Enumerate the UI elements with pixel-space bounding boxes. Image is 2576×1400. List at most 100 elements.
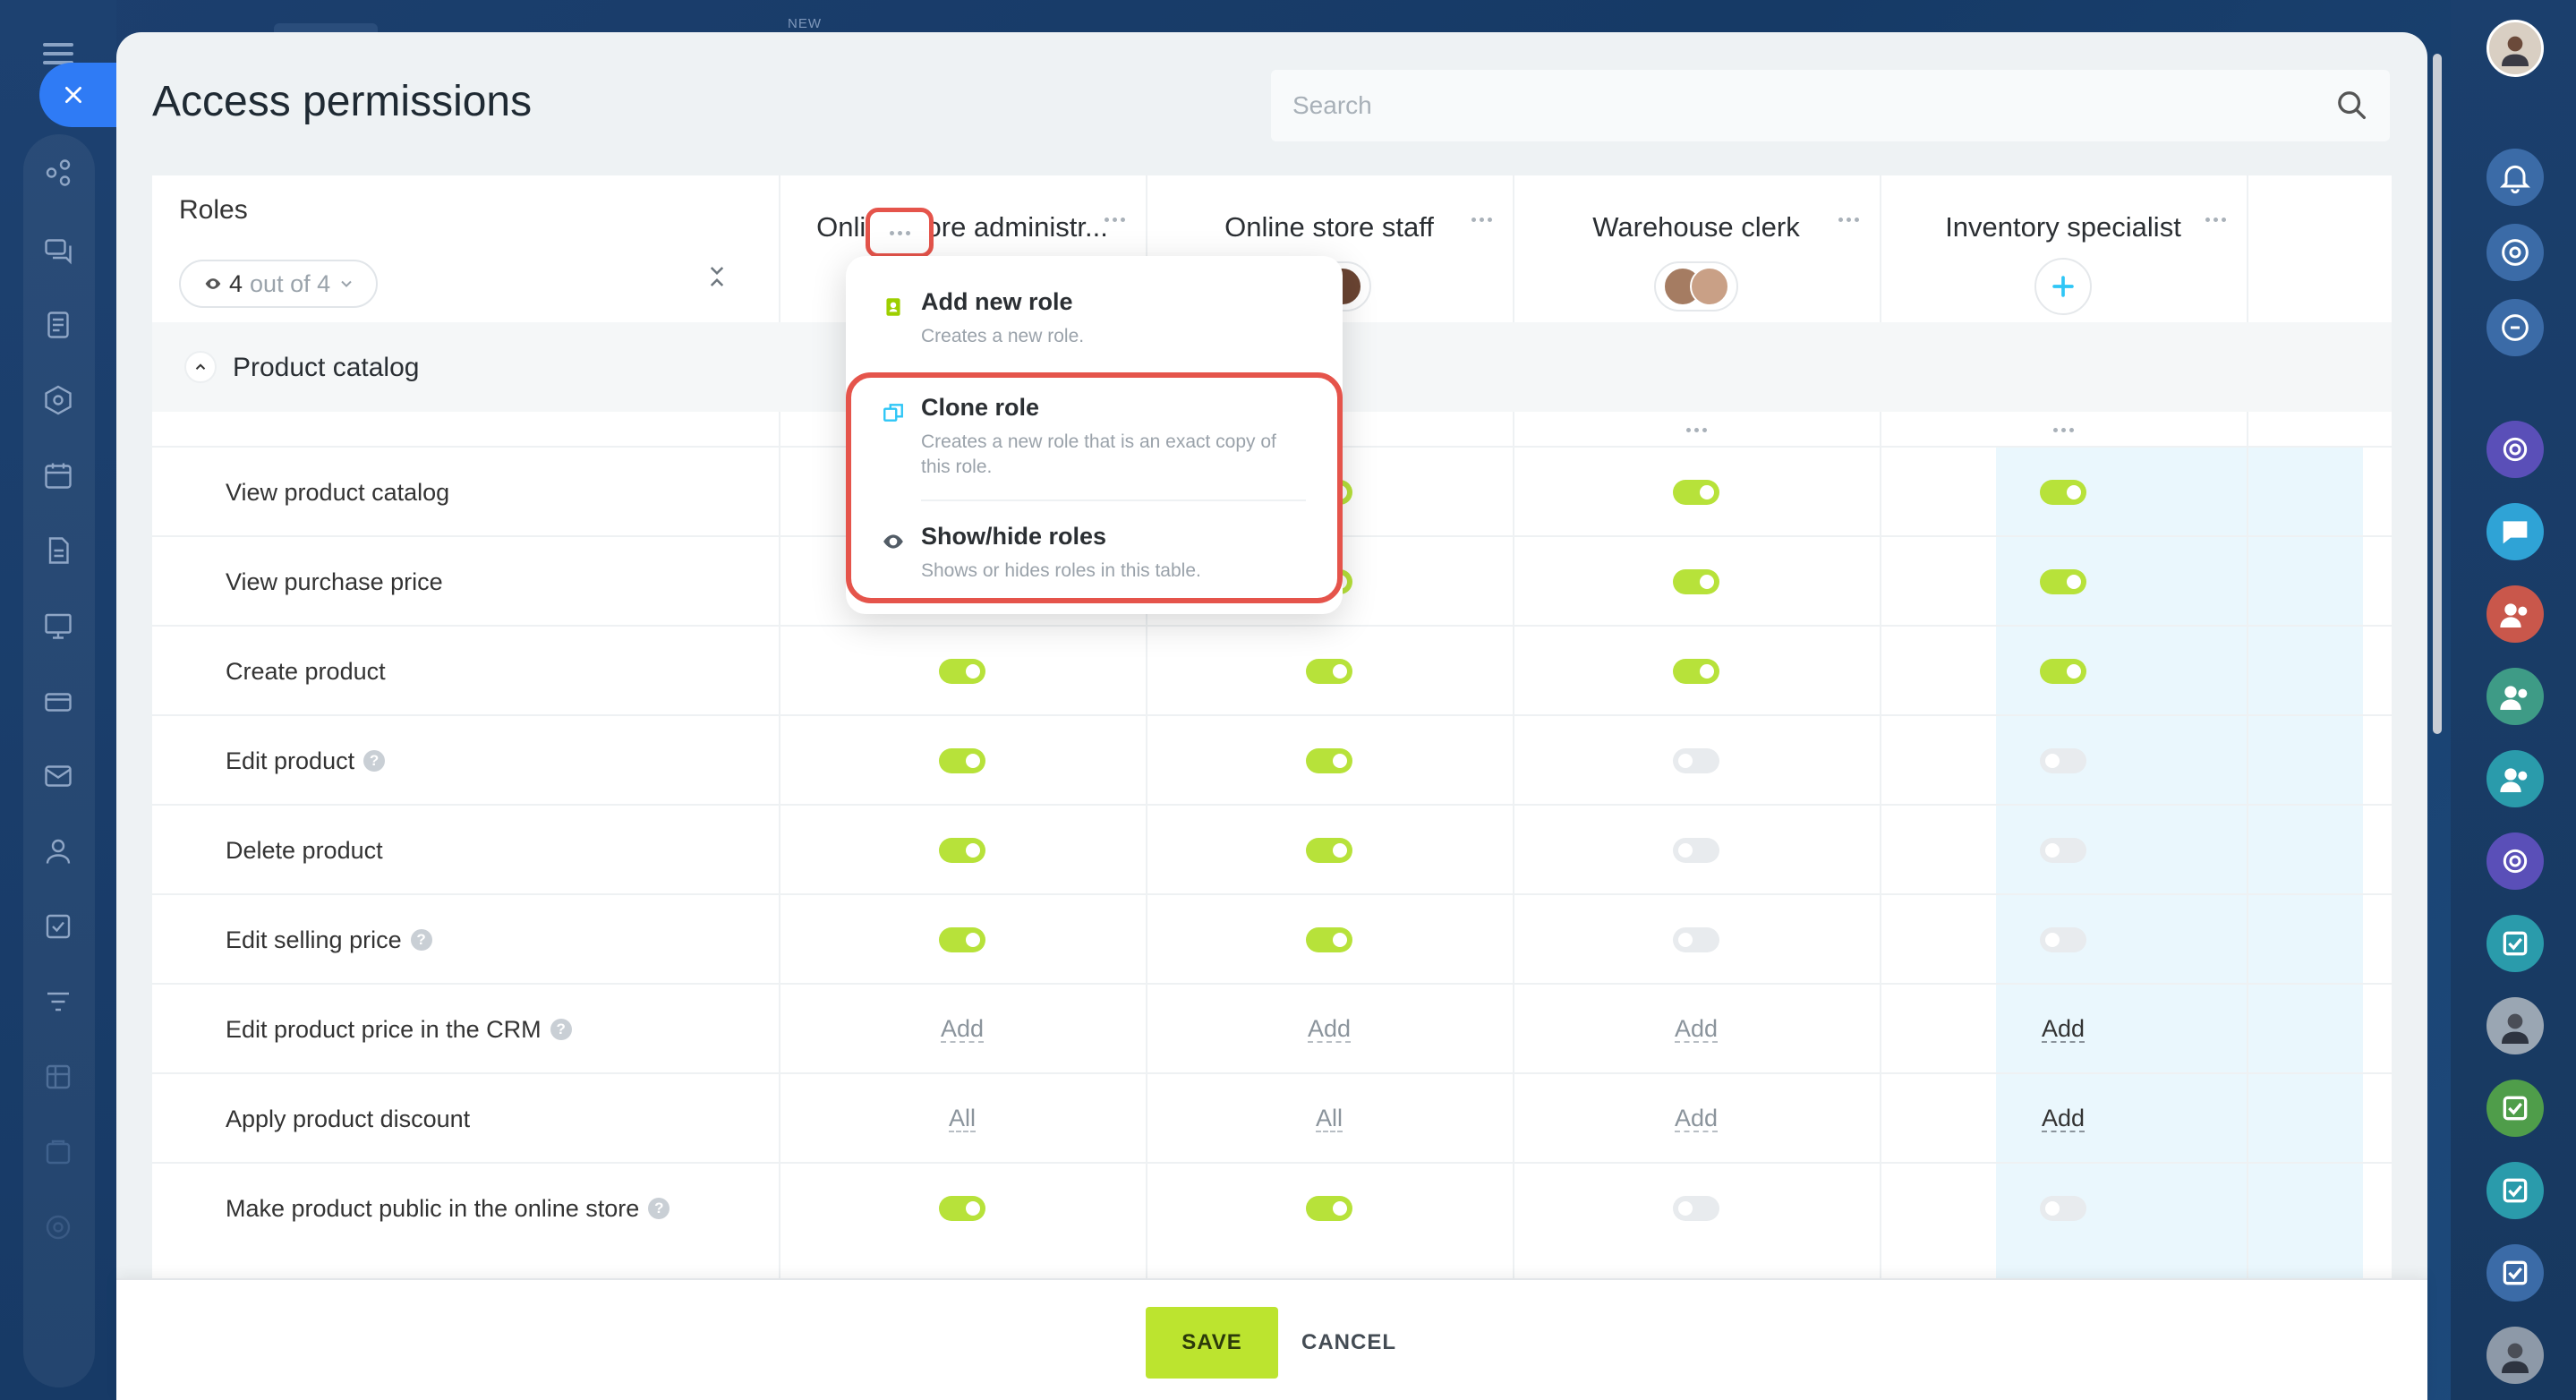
permission-toggle[interactable] (1673, 480, 1719, 505)
permission-value-link[interactable]: Add (2041, 1016, 2086, 1043)
user-avatar[interactable] (2486, 20, 2544, 77)
sidebar-tasks-icon[interactable] (39, 306, 77, 344)
permission-toggle[interactable] (2040, 927, 2086, 952)
sidebar-chat-icon[interactable] (39, 231, 77, 269)
permission-toggle[interactable] (1673, 927, 1719, 952)
permission-toggle[interactable] (939, 838, 985, 863)
role-clerk-more-icon[interactable] (1835, 206, 1862, 233)
role-admin-more-icon[interactable] (1101, 206, 1128, 233)
search-input[interactable] (1271, 70, 2390, 141)
sidebar-calendar-icon[interactable] (39, 457, 77, 494)
role-inventory-more-icon[interactable] (2202, 206, 2229, 233)
contact-avatar[interactable] (2486, 997, 2544, 1054)
role-header-admin[interactable]: Online store administr... (779, 211, 1146, 243)
role-header-staff[interactable]: Online store staff (1146, 211, 1513, 243)
task-icon[interactable] (2486, 1244, 2544, 1302)
table-row: Make product public in the online store? (152, 1162, 2392, 1251)
bell-icon[interactable] (2486, 149, 2544, 206)
sidebar-sites-icon[interactable] (39, 607, 77, 645)
permission-toggle[interactable] (1306, 659, 1352, 684)
sidebar-mail-icon[interactable] (39, 757, 77, 795)
search-chat-icon[interactable] (2486, 299, 2544, 356)
collapse-icon[interactable] (704, 263, 730, 290)
visible-roles-filter[interactable]: 4 out of 4 (179, 260, 378, 308)
permission-value-link[interactable]: Add (1674, 1016, 1719, 1043)
activity-icon[interactable] (2486, 224, 2544, 281)
permission-toggle[interactable] (2040, 659, 2086, 684)
permission-toggle[interactable] (939, 748, 985, 773)
close-button[interactable] (39, 63, 116, 127)
permission-toggle[interactable] (1673, 838, 1719, 863)
permission-toggle[interactable] (2040, 569, 2086, 594)
help-icon[interactable]: ? (648, 1198, 670, 1219)
sidebar-shop-icon[interactable] (39, 682, 77, 720)
permission-value-link[interactable]: Add (1307, 1016, 1352, 1043)
task-icon[interactable] (2486, 1080, 2544, 1137)
sidebar-employees-icon[interactable] (39, 832, 77, 870)
more-dots-icon[interactable] (1513, 412, 1880, 448)
task-icon[interactable] (2486, 915, 2544, 972)
sidebar-checklist-icon[interactable] (39, 908, 77, 945)
permission-toggle[interactable] (939, 927, 985, 952)
openline-icon[interactable] (2486, 421, 2544, 478)
permission-toggle[interactable] (2040, 1196, 2086, 1221)
permission-value-link[interactable]: Add (2041, 1105, 2086, 1132)
permission-toggle[interactable] (1673, 659, 1719, 684)
search-box[interactable] (1271, 70, 2390, 141)
permission-toggle[interactable] (2040, 838, 2086, 863)
permission-toggle[interactable] (1306, 838, 1352, 863)
permission-toggle[interactable] (1673, 748, 1719, 773)
sidebar-settings-icon[interactable] (39, 1208, 77, 1246)
permission-value-link[interactable]: Add (1674, 1105, 1719, 1132)
role-clerk-members[interactable] (1651, 258, 1741, 315)
task-icon[interactable] (2486, 1162, 2544, 1219)
menu-item-desc: Creates a new role. (921, 326, 1085, 346)
cancel-button[interactable]: CANCEL (1301, 1307, 1396, 1379)
permission-toggle[interactable] (939, 1196, 985, 1221)
permission-toggle[interactable] (1673, 1196, 1719, 1221)
sidebar-store-icon[interactable] (39, 1133, 77, 1171)
sidebar-docs-icon[interactable] (39, 532, 77, 569)
table-row: Edit product? (152, 714, 2392, 804)
permission-label: View product catalog (226, 448, 449, 537)
more-dots-icon[interactable] (1880, 412, 2247, 448)
permission-value-link[interactable]: All (948, 1105, 976, 1132)
permission-value-link[interactable]: All (1315, 1105, 1343, 1132)
sidebar-filter-icon[interactable] (39, 983, 77, 1020)
group-icon[interactable] (2486, 668, 2544, 725)
group-icon[interactable] (2486, 750, 2544, 807)
group-icon[interactable] (2486, 585, 2544, 643)
permission-toggle[interactable] (939, 659, 985, 684)
sidebar-feed-icon[interactable] (39, 154, 77, 192)
permission-label-text: Edit product (226, 747, 355, 774)
table-row: Apply product discount All All Add Add (152, 1072, 2392, 1162)
permission-cell (1146, 716, 1513, 806)
sidebar-crm-icon[interactable] (39, 381, 77, 419)
save-button[interactable]: SAVE (1146, 1307, 1278, 1379)
help-icon[interactable]: ? (550, 1019, 572, 1040)
permission-toggle[interactable] (2040, 480, 2086, 505)
permission-toggle[interactable] (1306, 748, 1352, 773)
sidebar-grid-icon[interactable] (39, 1058, 77, 1096)
openline-icon[interactable] (2486, 832, 2544, 890)
roles-more-button[interactable] (866, 208, 934, 258)
chat-icon[interactable] (2486, 503, 2544, 560)
permission-cell (1880, 537, 2247, 627)
search-icon[interactable] (2334, 88, 2370, 124)
permission-toggle[interactable] (1673, 569, 1719, 594)
permission-cell: Add (1146, 985, 1513, 1074)
add-member-button[interactable] (2034, 258, 2092, 315)
permission-label-text: Edit selling price (226, 926, 402, 953)
permission-toggle[interactable] (1306, 927, 1352, 952)
permission-value-link[interactable]: Add (940, 1016, 985, 1043)
permission-toggle[interactable] (1306, 1196, 1352, 1221)
role-header-clerk[interactable]: Warehouse clerk (1513, 211, 1880, 243)
help-icon[interactable]: ? (363, 750, 386, 772)
permission-toggle[interactable] (2040, 748, 2086, 773)
contact-avatar[interactable] (2486, 1327, 2544, 1384)
modal-scrollbar[interactable] (2433, 54, 2442, 734)
role-staff-more-icon[interactable] (1468, 206, 1495, 233)
role-header-inventory[interactable]: Inventory specialist (1880, 211, 2247, 243)
help-icon[interactable]: ? (410, 929, 432, 951)
chevron-up-icon[interactable] (184, 351, 217, 383)
